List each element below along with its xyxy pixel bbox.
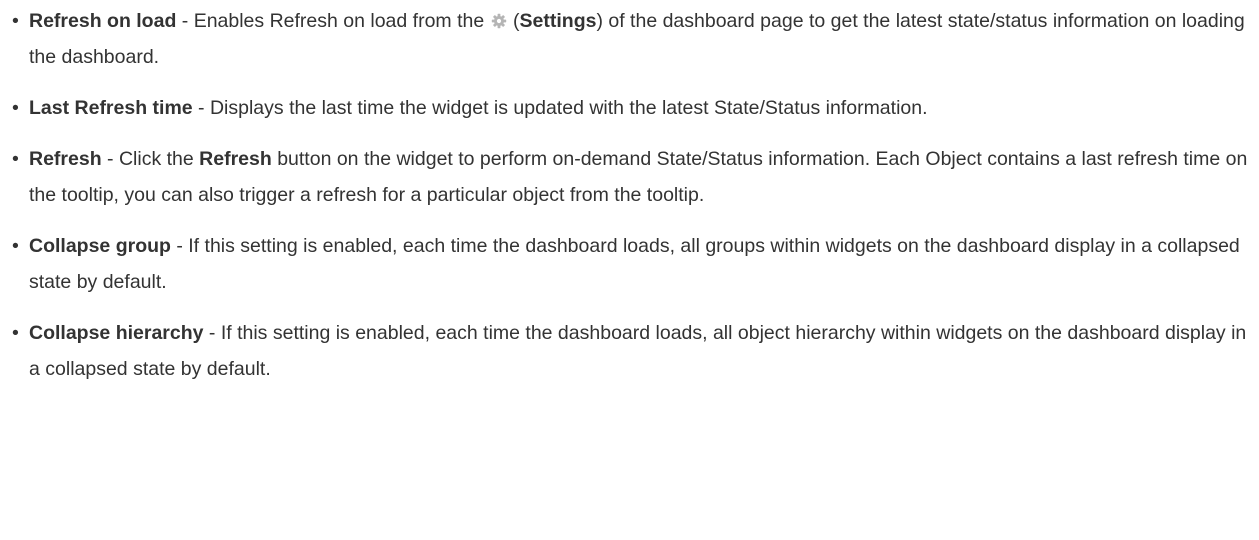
term-last-refresh-time: Last Refresh time [29, 97, 193, 119]
term-refresh-on-load: Refresh on load [29, 10, 177, 32]
term-collapse-group: Collapse group [29, 235, 171, 257]
description-text: ( [507, 10, 520, 32]
list-item-collapse-group: • Collapse group - If this setting is en… [12, 228, 1249, 300]
bullet: • [12, 97, 19, 119]
description-text: - Enables Refresh on load from the [176, 10, 490, 32]
gear-icon [491, 5, 507, 29]
list-item-refresh: • Refresh - Click the Refresh button on … [12, 141, 1249, 213]
refresh-button-label: Refresh [199, 148, 272, 170]
description-text: - Displays the last time the widget is u… [192, 97, 928, 119]
description-text: - If this setting is enabled, each time … [29, 322, 1247, 380]
term-refresh: Refresh [29, 148, 102, 170]
document-body: • Refresh on load - Enables Refresh on l… [0, 0, 1259, 540]
list-item-collapse-hierarchy: • Collapse hierarchy - If this setting i… [12, 315, 1249, 387]
settings-list: • Refresh on load - Enables Refresh on l… [12, 3, 1249, 387]
settings-label: Settings [519, 10, 597, 32]
bullet: • [12, 10, 19, 32]
description-text: - If this setting is enabled, each time … [29, 235, 1240, 293]
bullet: • [12, 148, 19, 170]
description-text: - Click the [101, 148, 200, 170]
bullet: • [12, 235, 19, 257]
bullet: • [12, 322, 19, 344]
list-item-refresh-on-load: • Refresh on load - Enables Refresh on l… [12, 3, 1249, 75]
term-collapse-hierarchy: Collapse hierarchy [29, 322, 204, 344]
list-item-last-refresh-time: • Last Refresh time - Displays the last … [12, 90, 1249, 126]
